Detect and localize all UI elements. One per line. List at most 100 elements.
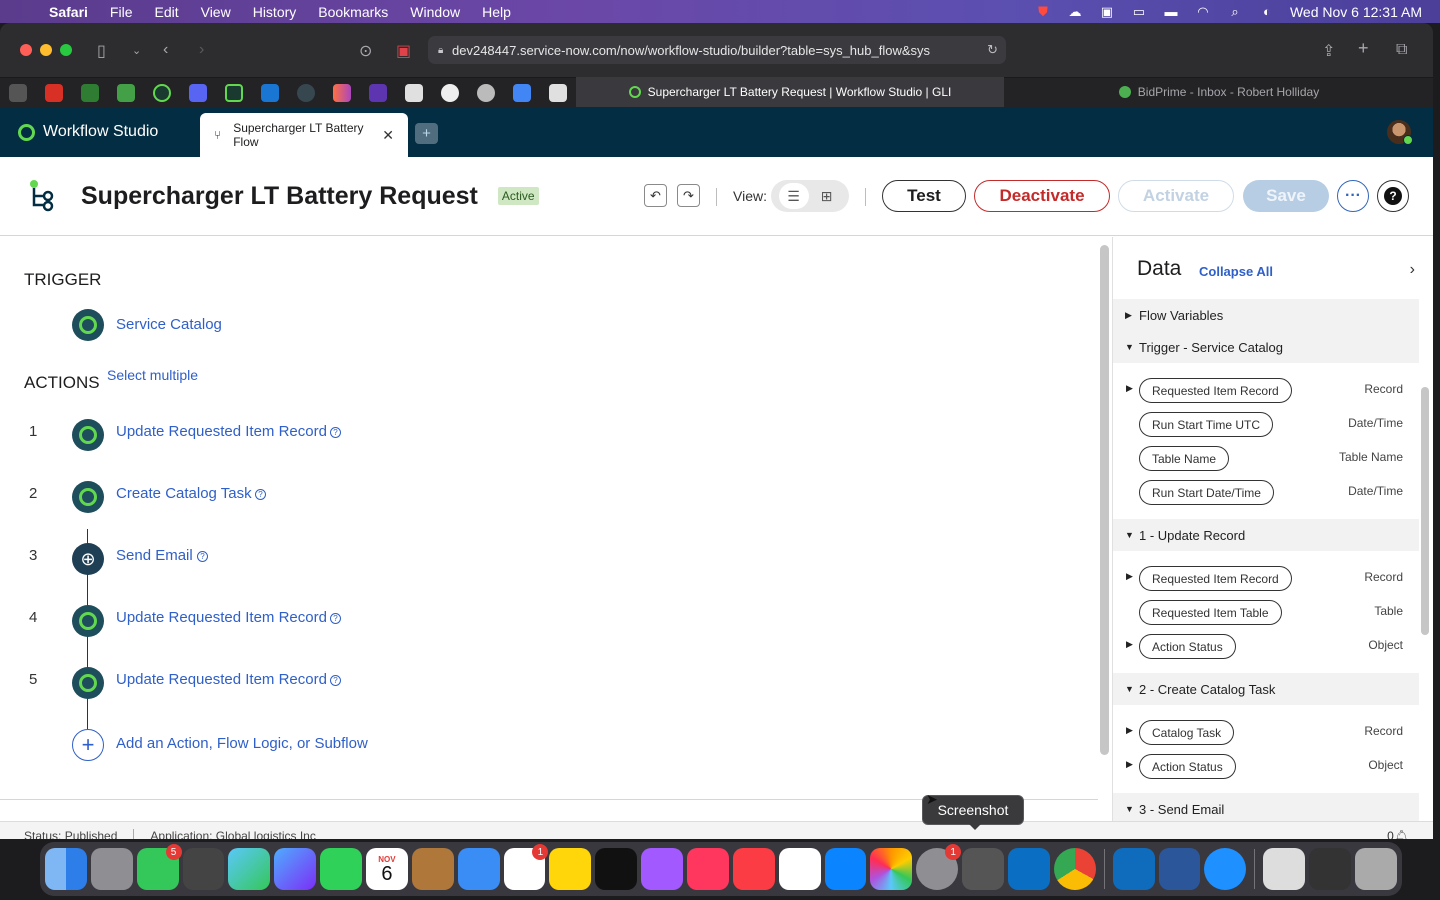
data-pill[interactable]: Requested Item Record [1139,378,1292,403]
brand[interactable]: Workflow Studio [18,123,200,141]
action-node-icon[interactable] [72,667,104,699]
sidebar-icon[interactable]: ▯ [97,41,106,61]
deactivate-button[interactable]: Deactivate [974,180,1110,212]
avatar[interactable] [1387,120,1413,145]
podcasts-icon[interactable] [641,848,684,890]
chevron-down-icon[interactable]: ⌄ [132,44,141,57]
github-icon[interactable] [468,78,504,108]
notifications-indicator[interactable]: 0🔔︎ [1387,829,1409,840]
data-panel-scrollbar[interactable] [1421,387,1429,635]
menu-clock[interactable]: Wed Nov 6 12:31 AM [1290,4,1422,20]
photos-icon[interactable] [870,848,913,890]
rocket-app-icon[interactable] [182,848,225,890]
caret-right-icon[interactable]: ▶ [1126,725,1133,736]
section-trigger[interactable]: ▼ Trigger - Service Catalog [1113,331,1419,363]
data-pill[interactable]: Run Start Time UTC [1139,412,1274,437]
zoom-window-button[interactable] [60,44,72,56]
info-icon[interactable]: ? [330,427,341,438]
menu-help[interactable]: Help [471,4,522,20]
step-link[interactable]: Update Requested Item Record [116,423,327,440]
safari-icon[interactable] [1204,848,1247,890]
data-pill[interactable]: Catalog Task [1139,720,1235,745]
forward-icon[interactable]: › [199,41,204,59]
list-view-icon[interactable]: ☰ [778,183,809,209]
news-icon[interactable] [687,848,729,890]
caret-right-icon[interactable]: ▶ [1126,759,1133,770]
data-pill[interactable]: Action Status [1139,754,1236,779]
outlook-icon[interactable] [1112,848,1155,890]
reminders-icon[interactable]: 1 [503,844,549,890]
favorite-item[interactable] [360,78,396,108]
favorite-item[interactable] [0,78,36,108]
more-options-button[interactable]: ··· [1337,180,1369,212]
share-icon[interactable]: ⇪ [1322,41,1335,61]
browser-tab-active[interactable]: Supercharger LT Battery Request | Workfl… [576,77,1004,107]
favorite-item[interactable] [144,78,180,108]
caret-right-icon[interactable]: ▶ [1126,383,1133,394]
section-send-email[interactable]: ▼ 3 - Send Email [1113,793,1419,821]
wifi-icon[interactable]: ◠ [1194,4,1212,19]
messages-icon[interactable]: 5 [136,844,182,890]
section-flow-variables[interactable]: ▶ Flow Variables [1113,299,1419,331]
finder-icon[interactable] [45,848,87,890]
section-update-record[interactable]: ▼ 1 - Update Record [1113,519,1419,551]
info-icon[interactable]: ? [330,675,341,686]
address-bar[interactable]: 🔒︎ dev248447.service-now.com/now/workflo… [428,36,1006,64]
section-create-task[interactable]: ▼ 2 - Create Catalog Task [1113,673,1419,705]
view-toggle[interactable]: ☰ ⊞ [771,180,849,212]
menu-history[interactable]: History [242,4,308,20]
add-action-button[interactable]: + [72,729,104,761]
activate-button[interactable]: Activate [1118,180,1234,212]
display-icon[interactable]: ▭ [1130,4,1148,19]
shield-icon[interactable]: ⛊ [1034,4,1052,19]
clipboard-icon[interactable]: ▣ [1098,4,1116,19]
undo-button[interactable]: ↶ [644,184,667,207]
mail-icon[interactable] [457,848,500,890]
minimize-window-button[interactable] [40,44,52,56]
flow-scrollbar[interactable] [1100,245,1109,755]
apple-tv-icon[interactable] [595,848,638,890]
add-action-link[interactable]: Add an Action, Flow Logic, or Subflow [116,735,368,752]
info-icon[interactable]: ? [330,613,341,624]
data-pill[interactable]: Action Status [1139,634,1236,659]
menu-app-name[interactable]: Safari [38,4,99,20]
redo-button[interactable]: ↷ [677,184,700,207]
favorite-item[interactable] [72,78,108,108]
trigger-link[interactable]: Service Catalog [116,316,222,333]
reload-icon[interactable]: ↻ [987,42,998,58]
documents-stack-icon[interactable] [1263,848,1306,890]
downloads-stack-icon[interactable] [1309,848,1352,890]
system-settings-icon[interactable]: 1 [916,844,962,890]
maps-icon[interactable] [228,848,271,890]
music-icon[interactable] [732,848,775,890]
caret-right-icon[interactable]: ▶ [1126,571,1133,582]
favorite-item[interactable] [216,78,252,108]
caret-right-icon[interactable]: ▶ [1126,639,1133,650]
select-multiple-link[interactable]: Select multiple [107,367,198,383]
prism-app-icon[interactable] [274,848,317,890]
favorite-item[interactable] [180,78,216,108]
action-node-icon[interactable] [72,481,104,513]
globe-icon[interactable]: ⊕ [72,543,104,575]
info-icon[interactable]: ? [197,551,208,562]
flow-tab[interactable]: ⑂ Supercharger LT Battery Flow ✕ [200,113,408,157]
test-button[interactable]: Test [882,180,966,212]
word-icon[interactable] [1158,848,1201,890]
control-center-icon[interactable]: ◐ [1258,4,1276,19]
trigger-node-icon[interactable] [72,309,104,341]
menu-window[interactable]: Window [399,4,471,20]
menu-file[interactable]: File [99,4,144,20]
notion-icon[interactable] [778,848,821,890]
app-store-icon[interactable] [824,848,867,890]
favorite-item[interactable] [540,78,576,108]
favorite-item[interactable] [252,78,288,108]
data-pill[interactable]: Requested Item Table [1139,600,1282,625]
menu-edit[interactable]: Edit [143,4,189,20]
contacts-icon[interactable] [411,848,454,890]
cloud-icon[interactable]: ☁ [1066,4,1084,19]
step-link[interactable]: Send Email [116,547,193,564]
close-tab-icon[interactable]: ✕ [382,127,394,144]
data-pill[interactable]: Requested Item Record [1139,566,1292,591]
trash-icon[interactable] [1355,848,1397,890]
facetime-icon[interactable] [320,848,363,890]
